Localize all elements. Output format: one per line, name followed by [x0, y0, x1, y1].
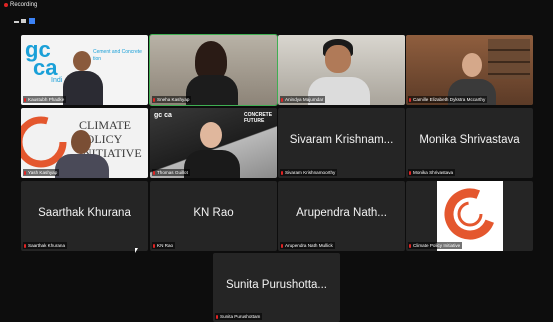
participant-display-name: Saarthak Khurana [38, 207, 131, 219]
video-feed: gc ca CONCRETE FUTURE [150, 108, 277, 178]
participant-display-name: Sivaram Krishnam... [289, 134, 394, 146]
mic-muted-icon [24, 243, 26, 248]
participant-name: Sneha Kashyap [152, 96, 192, 103]
logo-subtext-2: tion [93, 56, 102, 62]
mic-muted-icon [24, 97, 26, 102]
participant-display-name: Sunita Purushotta... [225, 279, 327, 291]
participant-tile[interactable]: Anindya Majumdar [278, 35, 405, 105]
mic-muted-icon [409, 243, 411, 248]
top-bar: Recording [0, 0, 553, 10]
participant-display-name: KN Rao [193, 207, 234, 219]
participant-name: Kaustubh Phadke [23, 96, 67, 103]
mic-muted-icon [153, 243, 155, 248]
recording-icon [4, 3, 8, 7]
person-face [200, 122, 222, 148]
participant-name: Sunita Purushottam [215, 313, 263, 320]
participant-name: Arupendra Nath Mullick [280, 242, 335, 249]
mic-muted-icon [281, 97, 283, 102]
minimize-icon[interactable] [14, 21, 19, 23]
recording-label: Recording [10, 2, 38, 8]
mic-muted-icon [409, 170, 411, 175]
participant-name: Camille Elizabeth Dykstra Mccarthy [408, 96, 488, 103]
mic-muted-icon [216, 314, 218, 319]
participant-tile[interactable]: Monika Shrivastava Monika Shrivastava [406, 108, 533, 178]
participant-tile[interactable]: Camille Elizabeth Dykstra Mccarthy [406, 35, 533, 105]
participant-display-name: Monika Shrivastava [419, 134, 520, 146]
person-body [186, 75, 238, 105]
logo-bottom: Indi [51, 77, 63, 84]
logo-subtext: Cement and Concrete [93, 49, 142, 55]
cpi-logo-icon [444, 188, 496, 240]
video-feed [278, 35, 405, 105]
mic-muted-icon [153, 170, 155, 175]
participant-tile[interactable]: gc ca Cement and Concrete tion Indi Kaust… [21, 35, 148, 105]
participant-tile[interactable]: Sunita Purushotta... Sunita Purushottam [213, 253, 340, 322]
participant-name: Anindya Majumdar [280, 96, 326, 103]
video-feed [406, 35, 533, 105]
gallery-view-icon[interactable] [29, 18, 35, 24]
participant-tile[interactable]: gc ca CONCRETE FUTURE Thomas Guillot [150, 108, 277, 178]
participant-name: Thomas Guillot [152, 169, 190, 176]
mouse-cursor-icon [135, 248, 138, 253]
participant-tile[interactable]: KN Rao KN Rao [150, 181, 277, 251]
gcca-logo: gc ca [25, 37, 58, 80]
person-face [71, 130, 91, 154]
participant-name: Monika Shrivastava [408, 169, 456, 176]
participant-name: Saarthak Khurana [23, 242, 68, 249]
mic-muted-icon [409, 97, 411, 102]
participant-tile[interactable]: Saarthak Khurana Saarthak Khurana [21, 181, 148, 251]
participant-name: Yash Kashyap [23, 169, 60, 176]
window-icon[interactable] [21, 19, 26, 23]
participant-name: Climate Policy Initiative [408, 242, 463, 249]
video-feed [150, 35, 277, 105]
person-body [63, 71, 103, 105]
person-body [184, 150, 240, 178]
mic-muted-icon [24, 170, 26, 175]
participant-name: Sivaram Krishnamoorthy [280, 169, 338, 176]
profile-picture [437, 181, 503, 251]
participant-tile[interactable]: Sivaram Krishnam... Sivaram Krishnamoort… [278, 108, 405, 178]
participant-tile[interactable]: Arupendra Nath... Arupendra Nath Mullick [278, 181, 405, 251]
video-feed: CLIMATE POLICY INITIATIVE [21, 108, 148, 178]
participant-tile[interactable]: Climate Policy Initiative [406, 181, 533, 251]
person-body [55, 154, 109, 178]
video-feed: gc ca Cement and Concrete tion Indi [21, 35, 148, 105]
mic-muted-icon [153, 97, 155, 102]
participant-tile[interactable]: CLIMATE POLICY INITIATIVE Yash Kashyap [21, 108, 148, 178]
background-logo: gc ca [154, 112, 172, 119]
person-face [462, 53, 482, 77]
participant-display-name: Arupendra Nath... [296, 207, 387, 219]
background-word: CONCRETE FUTURE [244, 112, 273, 124]
mic-muted-icon [281, 170, 283, 175]
person-face [325, 45, 351, 73]
mic-muted-icon [281, 243, 283, 248]
person-silhouette [73, 51, 91, 71]
bookshelf [488, 39, 530, 79]
participant-tile[interactable]: Sneha Kashyap [149, 34, 278, 106]
participant-name: KN Rao [152, 242, 176, 249]
